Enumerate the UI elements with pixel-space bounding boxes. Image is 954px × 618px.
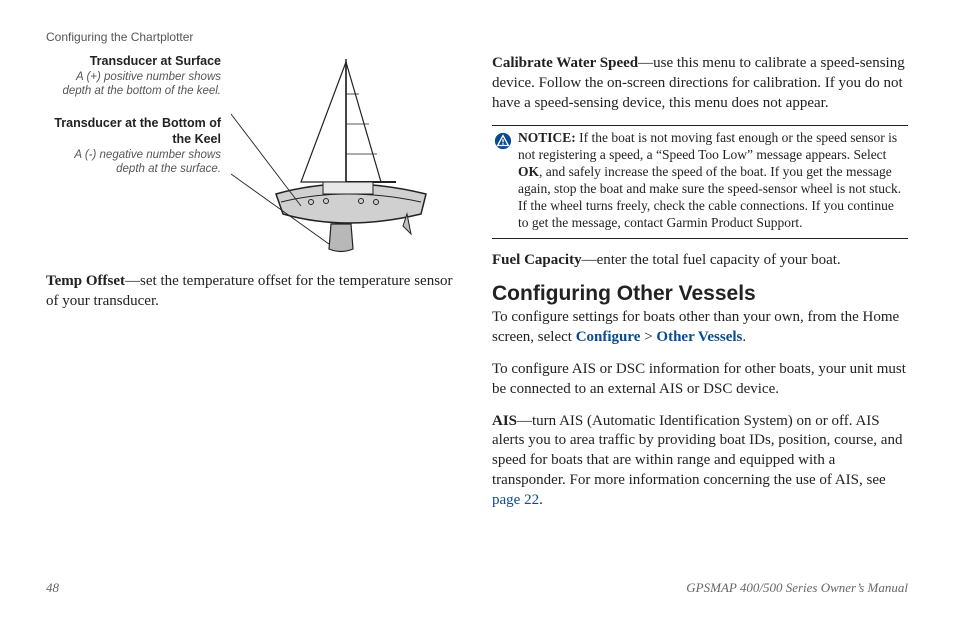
notice-body-2: , and safely increase the speed of the b… (518, 164, 901, 230)
page: Configuring the Chartplotter Transducer … (0, 0, 954, 618)
figure-labels: Transducer at Surface A (+) positive num… (46, 54, 221, 254)
temp-offset-head: Temp Offset (46, 273, 125, 289)
section-heading-other-vessels: Configuring Other Vessels (492, 282, 908, 306)
ais-paragraph: AIS—turn AIS (Automatic Identification S… (492, 412, 908, 511)
transducer-figure: Transducer at Surface A (+) positive num… (46, 54, 462, 254)
temp-offset-paragraph: Temp Offset—set the temperature offset f… (46, 272, 462, 312)
other-vessels-intro-1: To configure settings for boats other th… (492, 308, 908, 348)
calibrate-head: Calibrate Water Speed (492, 55, 638, 71)
other-vessels-intro-2: To configure AIS or DSC information for … (492, 360, 908, 400)
left-column: Transducer at Surface A (+) positive num… (46, 54, 462, 523)
doc-title: GPSMAP 400/500 Series Owner’s Manual (686, 580, 908, 596)
columns: Transducer at Surface A (+) positive num… (46, 54, 908, 523)
intro-period: . (742, 329, 746, 345)
running-head: Configuring the Chartplotter (46, 30, 908, 44)
notice-ok: OK (518, 164, 539, 179)
ais-period: . (539, 492, 543, 508)
menu-other-vessels: Other Vessels (656, 329, 742, 345)
menu-configure: Configure (576, 329, 641, 345)
fuel-paragraph: Fuel Capacity—enter the total fuel capac… (492, 251, 908, 271)
label-keel-sub: A (-) negative number shows depth at the… (46, 148, 221, 177)
right-column: Calibrate Water Speed—use this menu to c… (492, 54, 908, 523)
page-number: 48 (46, 580, 59, 596)
ais-body: —turn AIS (Automatic Identification Syst… (492, 413, 902, 488)
warning-triangle-icon (494, 132, 512, 150)
notice-text: NOTICE: If the boat is not moving fast e… (518, 130, 906, 231)
fuel-body: —enter the total fuel capacity of your b… (582, 252, 841, 268)
label-surface-sub: A (+) positive number shows depth at the… (46, 70, 221, 99)
fuel-head: Fuel Capacity (492, 252, 582, 268)
calibrate-paragraph: Calibrate Water Speed—use this menu to c… (492, 54, 908, 113)
notice-box: NOTICE: If the boat is not moving fast e… (492, 125, 908, 238)
notice-body-1: If the boat is not moving fast enough or… (518, 130, 897, 162)
intro-gt: > (640, 329, 656, 345)
label-surface-title: Transducer at Surface (46, 54, 221, 70)
notice-head: NOTICE: (518, 130, 576, 145)
label-keel-title: Transducer at the Bottom of the Keel (46, 116, 221, 147)
ais-head: AIS (492, 413, 517, 429)
page-footer: 48 GPSMAP 400/500 Series Owner’s Manual (46, 580, 908, 596)
sailboat-diagram-icon (231, 54, 461, 254)
page-22-link[interactable]: page 22 (492, 492, 539, 508)
